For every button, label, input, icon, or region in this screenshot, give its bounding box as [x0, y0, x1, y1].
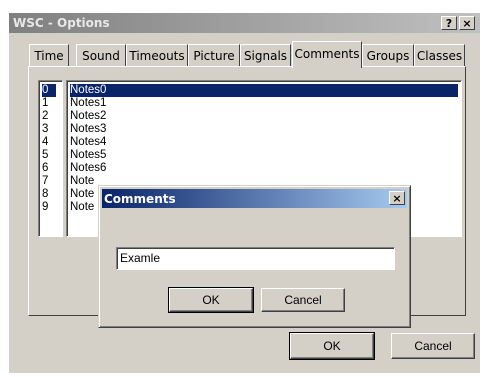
tab-sound[interactable]: Sound	[76, 44, 126, 67]
tab-time[interactable]: Time	[29, 44, 69, 67]
list-item[interactable]: Notes2	[70, 110, 106, 123]
list-item[interactable]: Note	[70, 175, 94, 188]
list-item[interactable]: 5	[42, 149, 48, 162]
window-close-button[interactable]: ×	[459, 16, 475, 30]
help-button[interactable]: ?	[441, 16, 457, 30]
list-item[interactable]: Notes1	[70, 97, 106, 110]
list-item[interactable]: 6	[42, 162, 48, 175]
list-item[interactable]: 7	[42, 175, 48, 188]
tab-comments[interactable]: Comments	[292, 41, 362, 68]
list-item[interactable]: Notes4	[70, 136, 106, 149]
dialog-ok-button[interactable]: OK	[168, 287, 254, 313]
tab-signals[interactable]: Signals	[240, 44, 291, 67]
number-list[interactable]: 0 1 2 3 4 5 6 7 8 9	[38, 80, 63, 237]
tab-timeouts[interactable]: Timeouts	[126, 44, 188, 67]
list-item[interactable]: 9	[42, 201, 48, 214]
tab-classes[interactable]: Classes	[414, 44, 465, 67]
cancel-button[interactable]: Cancel	[391, 333, 475, 359]
tab-picture[interactable]: Picture	[188, 44, 240, 67]
list-item[interactable]: Note	[70, 201, 94, 214]
list-item[interactable]: 2	[42, 110, 48, 123]
tab-groups[interactable]: Groups	[362, 44, 414, 67]
list-item[interactable]: 4	[42, 136, 48, 149]
list-item[interactable]: 3	[42, 123, 48, 136]
comment-input[interactable]: Examle	[116, 247, 395, 270]
list-item[interactable]: Notes5	[70, 149, 106, 162]
comments-dialog: Comments × Examle OK Cancel	[98, 185, 411, 328]
dialog-cancel-button[interactable]: Cancel	[261, 288, 345, 312]
list-item[interactable]: 0	[42, 84, 56, 97]
list-item[interactable]: Notes3	[70, 123, 106, 136]
list-item[interactable]: Notes0	[70, 84, 458, 97]
window-title: WSC - Options	[13, 16, 110, 30]
list-item[interactable]: 1	[42, 97, 48, 110]
list-item[interactable]: 8	[42, 188, 48, 201]
list-item[interactable]: Note	[70, 188, 94, 201]
dialog-title: Comments	[104, 192, 176, 206]
ok-button[interactable]: OK	[289, 332, 375, 360]
list-item[interactable]: Notes6	[70, 162, 106, 175]
dialog-close-button[interactable]: ×	[389, 191, 405, 205]
